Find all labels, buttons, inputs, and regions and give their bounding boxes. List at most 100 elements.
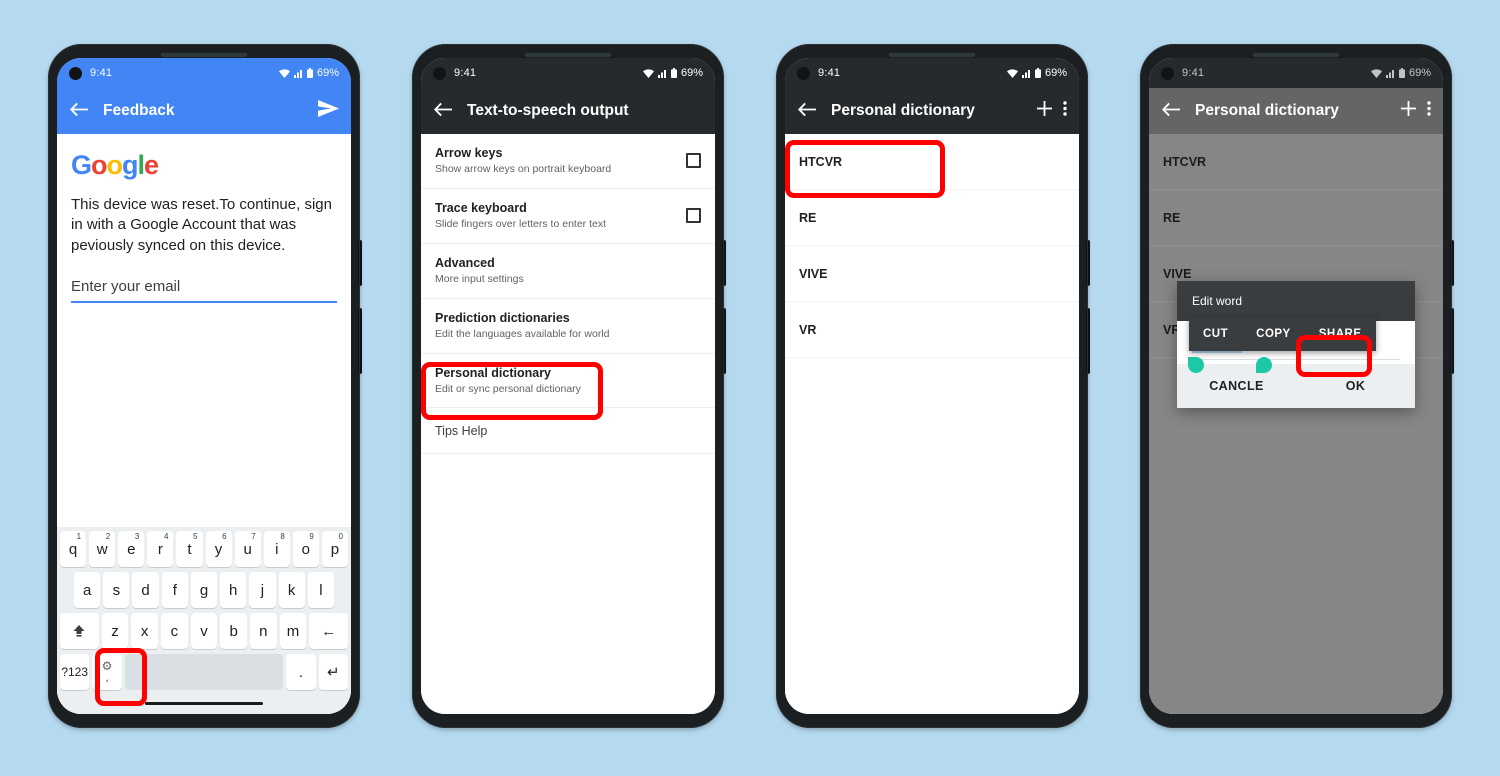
dictionary-word-row[interactable]: VIVE <box>785 246 1079 302</box>
input-underline <box>1188 357 1400 373</box>
selection-handle-left-icon[interactable] <box>1188 357 1204 373</box>
wifi-icon <box>1370 68 1382 78</box>
status-bar: 9:41 69% <box>421 58 715 88</box>
setting-row-tips-help[interactable]: Tips Help <box>421 408 715 455</box>
page-title: Text-to-speech output <box>467 102 629 119</box>
status-bar: 9:41 69% <box>1149 58 1443 88</box>
edit-word-dialog: Edit word CUT COPY SHARE HTCVR <box>1177 281 1415 408</box>
key-g[interactable]: g <box>190 572 218 608</box>
status-indicators: 69% <box>1006 67 1067 79</box>
setting-title: Trace keyboard <box>435 200 527 215</box>
send-icon[interactable] <box>318 100 339 122</box>
phone-4-app-bar: Personal dictionary <box>1149 88 1443 134</box>
key-b[interactable]: b <box>220 613 248 649</box>
battery-percent: 69% <box>680 67 703 79</box>
key-f[interactable]: f <box>161 572 188 608</box>
volume-button[interactable] <box>722 308 726 374</box>
symbols-key[interactable]: ?123 <box>60 654 90 690</box>
back-arrow-icon[interactable] <box>1161 102 1187 121</box>
keyboard-row-2: a s d f g h j k l <box>60 572 348 608</box>
more-vertical-icon[interactable] <box>1063 101 1067 121</box>
backspace-key-icon[interactable]: ← <box>309 613 349 649</box>
volume-button[interactable] <box>1450 308 1454 374</box>
keyboard-row-3: z x c v b n m ← <box>59 613 349 649</box>
dictionary-word-row[interactable]: VR <box>785 302 1079 358</box>
setting-row-arrow-keys[interactable]: Arrow keys Show arrow keys on portrait k… <box>421 134 715 189</box>
front-camera-icon <box>433 66 446 80</box>
earpiece-speaker-icon <box>889 53 975 57</box>
back-arrow-icon[interactable] <box>797 102 823 121</box>
power-button[interactable] <box>1086 240 1090 286</box>
email-field[interactable]: Enter your email <box>71 278 337 303</box>
key-d[interactable]: d <box>132 572 159 608</box>
key-v[interactable]: v <box>190 613 218 649</box>
keyboard-row-1: 1q 2w 3e 4r 5t 6y 7u 8i 9o 0p <box>60 531 348 567</box>
key-j[interactable]: j <box>249 572 276 608</box>
key-x[interactable]: x <box>131 613 158 649</box>
key-q[interactable]: 1q <box>60 531 87 567</box>
ok-button[interactable]: OK <box>1296 364 1415 408</box>
key-a[interactable]: a <box>74 572 101 608</box>
power-button[interactable] <box>358 240 362 286</box>
status-time: 9:41 <box>818 67 841 79</box>
dictionary-word-row: RE <box>1149 190 1443 246</box>
key-i[interactable]: 8i <box>263 531 290 567</box>
setting-subtitle: Edit the languages available for world <box>435 327 610 340</box>
checkbox-arrow-keys[interactable] <box>686 153 701 169</box>
share-button[interactable]: SHARE <box>1305 328 1376 340</box>
setting-subtitle: More input settings <box>435 273 524 286</box>
plus-icon[interactable] <box>1401 101 1416 121</box>
selection-handle-right-icon[interactable] <box>1256 357 1272 373</box>
gear-icon: ⚙ <box>101 659 113 673</box>
setting-row-trace-keyboard[interactable]: Trace keyboard Slide fingers over letter… <box>421 189 715 244</box>
page-title: Personal dictionary <box>831 102 975 119</box>
key-l[interactable]: l <box>307 572 334 608</box>
volume-button[interactable] <box>1086 308 1090 374</box>
key-z[interactable]: z <box>101 613 129 649</box>
keyboard-settings-comma-key[interactable]: ⚙ , <box>92 654 122 690</box>
phone-2-screen: 9:41 69% Text-to-speech output Arrow key… <box>421 58 715 714</box>
checkbox-trace-keyboard[interactable] <box>686 208 701 224</box>
dictionary-word-row[interactable]: HTCVR <box>785 134 1079 190</box>
key-e[interactable]: 3e <box>118 531 145 567</box>
back-arrow-icon[interactable] <box>69 102 95 121</box>
setting-row-prediction-dictionaries[interactable]: Prediction dictionaries Edit the languag… <box>421 299 715 354</box>
battery-percent: 69% <box>1044 67 1067 79</box>
power-button[interactable] <box>722 240 726 286</box>
key-s[interactable]: s <box>103 572 130 608</box>
key-o[interactable]: 9o <box>292 531 319 567</box>
key-h[interactable]: h <box>220 572 247 608</box>
page-title: Personal dictionary <box>1195 102 1339 119</box>
status-bar: 9:41 69% <box>57 58 351 88</box>
volume-button[interactable] <box>358 308 362 374</box>
more-vertical-icon[interactable] <box>1427 101 1431 121</box>
copy-button[interactable]: COPY <box>1242 328 1305 340</box>
key-c[interactable]: c <box>161 613 188 649</box>
settings-list: Arrow keys Show arrow keys on portrait k… <box>421 134 715 714</box>
dictionary-word-row[interactable]: RE <box>785 190 1079 246</box>
setting-row-personal-dictionary[interactable]: Personal dictionary Edit or sync persona… <box>421 354 715 409</box>
key-y[interactable]: 6y <box>205 531 232 567</box>
key-n[interactable]: n <box>250 613 277 649</box>
wifi-icon <box>642 68 654 78</box>
front-camera-icon <box>797 66 810 80</box>
key-t[interactable]: 5t <box>176 531 203 567</box>
key-m[interactable]: m <box>279 613 307 649</box>
power-button[interactable] <box>1450 240 1454 286</box>
cut-button[interactable]: CUT <box>1189 328 1242 340</box>
device-reset-message: This device was reset.To continue, sign … <box>71 196 332 254</box>
setting-row-advanced[interactable]: Advanced More input settings <box>421 244 715 299</box>
key-w[interactable]: 2w <box>89 531 116 567</box>
gesture-navigation-bar[interactable] <box>60 695 348 712</box>
key-k[interactable]: k <box>278 572 305 608</box>
on-screen-keyboard: 1q 2w 3e 4r 5t 6y 7u 8i 9o 0p a s d f g … <box>57 527 351 714</box>
back-arrow-icon[interactable] <box>433 102 459 121</box>
plus-icon[interactable] <box>1037 101 1052 121</box>
key-u[interactable]: 7u <box>234 531 261 567</box>
period-key[interactable]: . <box>286 654 316 690</box>
shift-key-icon[interactable] <box>59 613 99 649</box>
enter-key-icon[interactable]: ↵ <box>318 654 348 690</box>
space-key[interactable] <box>124 654 284 690</box>
key-r[interactable]: 4r <box>147 531 174 567</box>
key-p[interactable]: 0p <box>321 531 348 567</box>
